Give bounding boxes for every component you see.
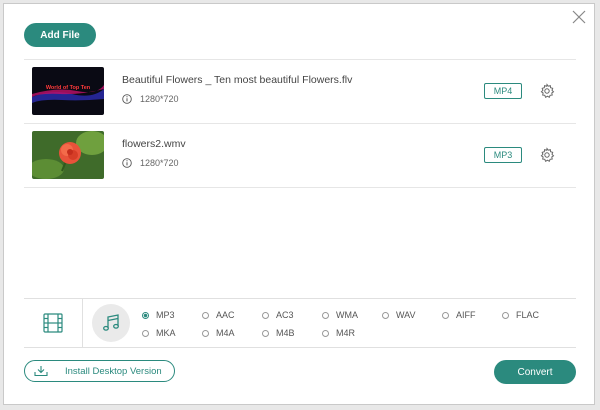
install-desktop-label: Install Desktop Version	[65, 365, 162, 377]
format-label: M4A	[216, 328, 235, 338]
format-option-aac[interactable]: AAC	[202, 310, 262, 320]
format-label: AC3	[276, 310, 294, 320]
format-option-ac3[interactable]: AC3	[262, 310, 322, 320]
file-row: flowers2.wmv 1280*720 MP3	[24, 124, 576, 188]
radio-button[interactable]	[322, 311, 329, 319]
gear-icon[interactable]	[539, 83, 555, 99]
video-thumbnail: World of Top Ten	[32, 67, 104, 115]
radio-button[interactable]	[202, 329, 209, 337]
file-name: Beautiful Flowers _ Ten most beautiful F…	[122, 74, 353, 86]
format-option-m4a[interactable]: M4A	[202, 328, 262, 338]
radio-button[interactable]	[142, 311, 149, 319]
format-label: WAV	[396, 310, 416, 320]
info-icon[interactable]	[122, 158, 132, 168]
format-option-aiff[interactable]: AIFF	[442, 310, 502, 320]
format-label: M4R	[336, 328, 356, 338]
format-option-m4b[interactable]: M4B	[262, 328, 322, 338]
radio-button[interactable]	[502, 311, 509, 319]
file-meta: 1280*720	[122, 158, 179, 168]
file-resolution: 1280*720	[140, 158, 179, 168]
file-resolution: 1280*720	[140, 94, 179, 104]
gear-icon[interactable]	[539, 147, 555, 163]
format-label: AIFF	[456, 310, 476, 320]
radio-button[interactable]	[262, 311, 269, 319]
format-label: FLAC	[516, 310, 540, 320]
format-options-panel: MP3 AAC AC3 WMA WAV AIFF FLAC MKA M4A M4…	[24, 298, 576, 348]
add-file-button[interactable]: Add File	[24, 23, 96, 47]
format-label: WMA	[336, 310, 358, 320]
radio-button[interactable]	[322, 329, 329, 337]
close-icon[interactable]	[571, 9, 587, 25]
thumbnail-caption: World of Top Ten	[46, 85, 91, 91]
format-option-mka[interactable]: MKA	[142, 328, 202, 338]
format-option-wma[interactable]: WMA	[322, 310, 382, 320]
film-icon	[43, 313, 63, 333]
radio-button[interactable]	[202, 311, 209, 319]
format-row: MKA M4A M4B M4R	[142, 324, 572, 342]
radio-button[interactable]	[262, 329, 269, 337]
audio-format-options: MP3 AAC AC3 WMA WAV AIFF FLAC MKA M4A M4…	[142, 306, 572, 342]
video-format-tab[interactable]	[24, 299, 83, 347]
format-option-flac[interactable]: FLAC	[502, 310, 562, 320]
format-label: M4B	[276, 328, 295, 338]
info-icon[interactable]	[122, 94, 132, 104]
output-format-button[interactable]: MP3	[484, 147, 522, 163]
music-note-icon	[103, 314, 119, 331]
format-option-wav[interactable]: WAV	[382, 310, 442, 320]
format-row: MP3 AAC AC3 WMA WAV AIFF FLAC	[142, 306, 572, 324]
audio-format-tab[interactable]	[92, 304, 130, 342]
format-option-mp3[interactable]: MP3	[142, 310, 202, 320]
format-label: MKA	[156, 328, 176, 338]
format-option-m4r[interactable]: M4R	[322, 328, 382, 338]
install-desktop-button[interactable]: Install Desktop Version	[24, 360, 175, 382]
radio-button[interactable]	[142, 329, 149, 337]
file-name: flowers2.wmv	[122, 138, 186, 150]
file-meta: 1280*720	[122, 94, 179, 104]
radio-button[interactable]	[442, 311, 449, 319]
file-list: World of Top Ten Beautiful Flowers _ Ten…	[24, 59, 576, 188]
radio-button[interactable]	[382, 311, 389, 319]
format-label: AAC	[216, 310, 235, 320]
format-label: MP3	[156, 310, 175, 320]
convert-button[interactable]: Convert	[494, 360, 576, 384]
converter-window: Add File World of Top Ten Beautiful Flow…	[3, 3, 595, 405]
download-icon	[34, 366, 48, 377]
video-thumbnail	[32, 131, 104, 179]
output-format-button[interactable]: MP4	[484, 83, 522, 99]
file-row: World of Top Ten Beautiful Flowers _ Ten…	[24, 60, 576, 124]
